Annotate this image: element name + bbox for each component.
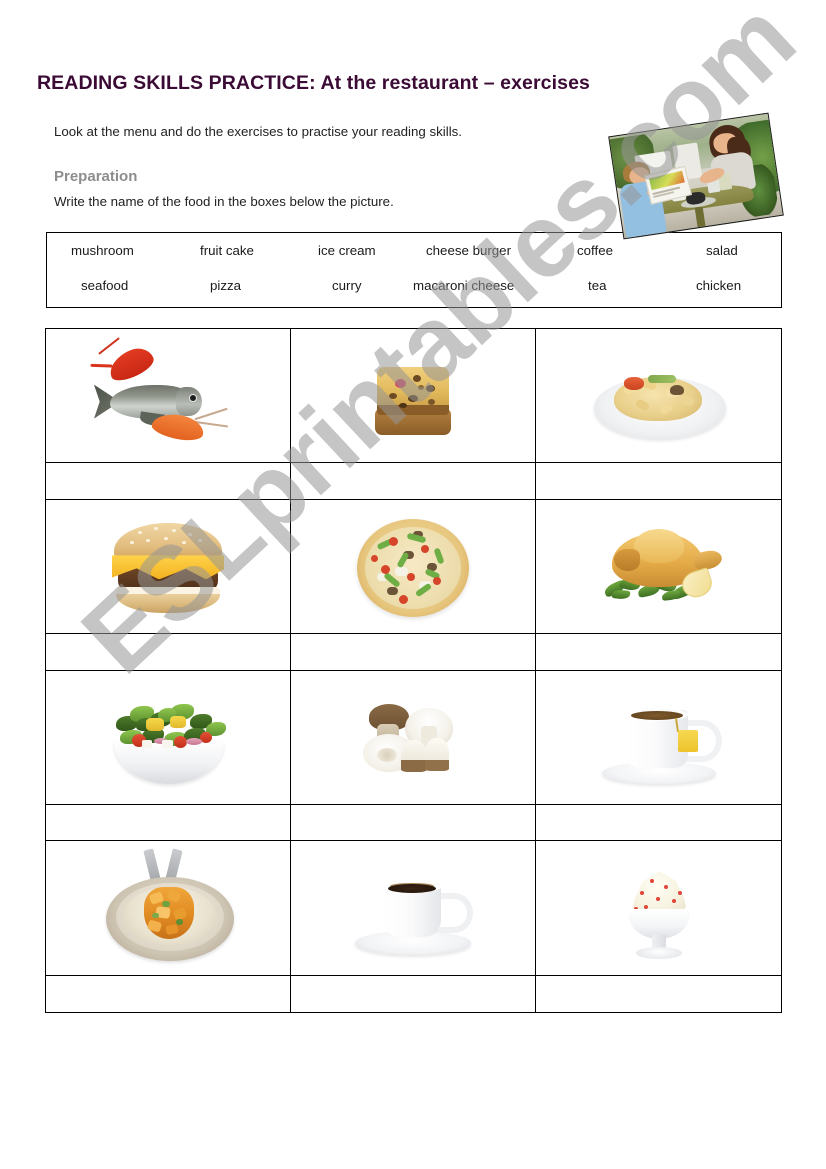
mushroom-image <box>333 678 493 796</box>
picture-cell-coffee <box>291 841 536 975</box>
word-bank-item-salad: salad <box>706 243 738 258</box>
picture-cell-seafood <box>46 329 291 463</box>
answer-box-2-3[interactable] <box>535 634 781 670</box>
seafood-image <box>88 336 248 455</box>
word-bank-row-2: seafood pizza curry macaroni cheese tea … <box>47 278 781 300</box>
word-bank-item-ice-cream: ice cream <box>318 243 376 258</box>
answer-box-4-2[interactable] <box>290 975 536 1013</box>
pizza-image <box>333 507 493 625</box>
picture-cell-mushroom <box>291 670 536 804</box>
answer-box-4-1[interactable] <box>46 975 291 1013</box>
chicken-image <box>578 507 738 625</box>
word-bank: mushroom fruit cake ice cream cheese bur… <box>46 232 782 308</box>
picture-row-3 <box>46 670 781 805</box>
word-bank-item-macaroni-cheese: macaroni cheese <box>413 278 515 293</box>
tea-bag-tag-icon <box>678 730 699 753</box>
word-bank-item-pizza: pizza <box>210 278 242 293</box>
picture-cell-pizza <box>291 499 536 634</box>
answer-box-3-1[interactable] <box>46 804 291 841</box>
page-title: READING SKILLS PRACTICE: At the restaura… <box>37 72 590 94</box>
word-bank-row-1: mushroom fruit cake ice cream cheese bur… <box>47 243 781 265</box>
picture-cell-chicken <box>536 500 781 633</box>
answer-box-2-2[interactable] <box>290 634 536 670</box>
answer-box-3-3[interactable] <box>535 804 781 841</box>
picture-cell-curry <box>46 841 291 975</box>
answer-box-3-2[interactable] <box>290 804 536 841</box>
section-instruction: Write the name of the food in the boxes … <box>54 194 394 209</box>
picture-cell-fruit-cake <box>291 329 536 463</box>
word-bank-item-coffee: coffee <box>577 243 613 258</box>
picture-cell-ice-cream <box>536 841 781 974</box>
picture-cell-cheese-burger <box>46 499 291 634</box>
picture-row-4 <box>46 841 781 976</box>
picture-cell-macaroni-cheese <box>536 329 781 462</box>
picture-grid <box>45 328 782 1013</box>
answer-row-2 <box>46 634 781 671</box>
word-bank-item-mushroom: mushroom <box>71 243 134 258</box>
macaroni-cheese-image <box>578 337 738 455</box>
salad-image <box>88 678 248 796</box>
restaurant-photo <box>608 112 784 240</box>
tea-image <box>578 678 738 796</box>
answer-row-1 <box>46 463 781 500</box>
word-bank-item-chicken: chicken <box>696 278 742 293</box>
picture-cell-salad <box>46 670 291 804</box>
picture-row-1 <box>46 329 781 464</box>
word-bank-item-fruit-cake: fruit cake <box>200 243 254 258</box>
answer-box-4-3[interactable] <box>535 975 781 1013</box>
answer-row-4 <box>46 975 781 1013</box>
word-bank-item-cheese-burger: cheese burger <box>426 243 512 258</box>
picture-cell-tea <box>536 671 781 804</box>
answer-box-1-3[interactable] <box>535 463 781 499</box>
cheese-burger-image <box>88 507 248 625</box>
intro-text: Look at the menu and do the exercises to… <box>54 124 462 139</box>
word-bank-item-seafood: seafood <box>81 278 129 293</box>
section-heading-preparation: Preparation <box>54 168 138 185</box>
fruit-cake-image <box>333 337 493 455</box>
word-bank-item-curry: curry <box>332 278 362 293</box>
word-bank-item-tea: tea <box>588 278 607 293</box>
coffee-image <box>333 849 493 967</box>
answer-box-2-1[interactable] <box>46 634 291 670</box>
answer-box-1-2[interactable] <box>290 463 536 499</box>
restaurant-photo-scene <box>608 113 784 239</box>
answer-row-3 <box>46 804 781 842</box>
picture-row-2 <box>46 499 781 635</box>
ice-cream-image <box>578 849 738 967</box>
answer-box-1-1[interactable] <box>46 463 291 499</box>
curry-image <box>88 848 248 967</box>
